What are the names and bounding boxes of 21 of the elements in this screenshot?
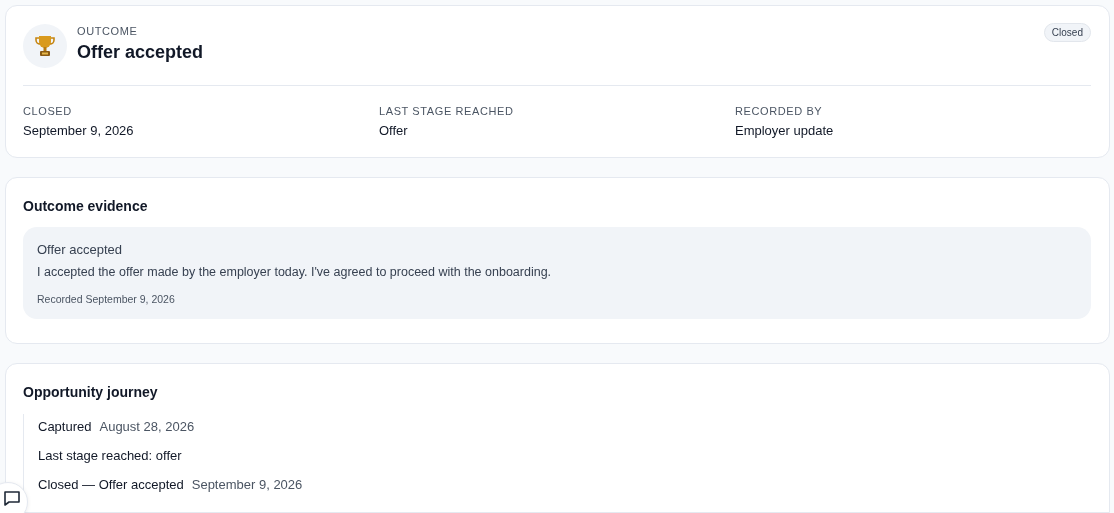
section-heading: Opportunity journey <box>23 384 159 400</box>
evidence-text: I accepted the offer made by the employer today. I've agreed to proceed with the onboarding. <box>37 265 553 279</box>
chat-icon <box>3 491 21 507</box>
fact-value: September 9, 2026 <box>23 123 135 138</box>
fact-value: Offer <box>379 123 409 138</box>
section-heading: Outcome evidence <box>23 198 149 214</box>
section-label: OUTCOME <box>77 25 139 37</box>
event-label: Captured <box>38 419 92 434</box>
recorded-date: Recorded September 9, 2026 <box>37 293 176 305</box>
event-date: August 28, 2026 <box>99 419 195 434</box>
evidence-title: Offer accepted <box>37 242 124 257</box>
fact-value: Employer update <box>735 123 835 138</box>
outcome-title: Offer accepted <box>77 42 205 63</box>
event-date: September 9, 2026 <box>191 477 303 492</box>
fact-label: LAST STAGE REACHED <box>379 105 515 117</box>
event-label: Last stage reached: offer <box>38 448 182 463</box>
fact-label: CLOSED <box>23 105 73 117</box>
event-label: Closed — Offer accepted <box>38 477 184 492</box>
status-badge: Closed <box>1043 23 1091 42</box>
fact-label: RECORDED BY <box>735 105 824 117</box>
trophy-icon <box>23 24 67 68</box>
